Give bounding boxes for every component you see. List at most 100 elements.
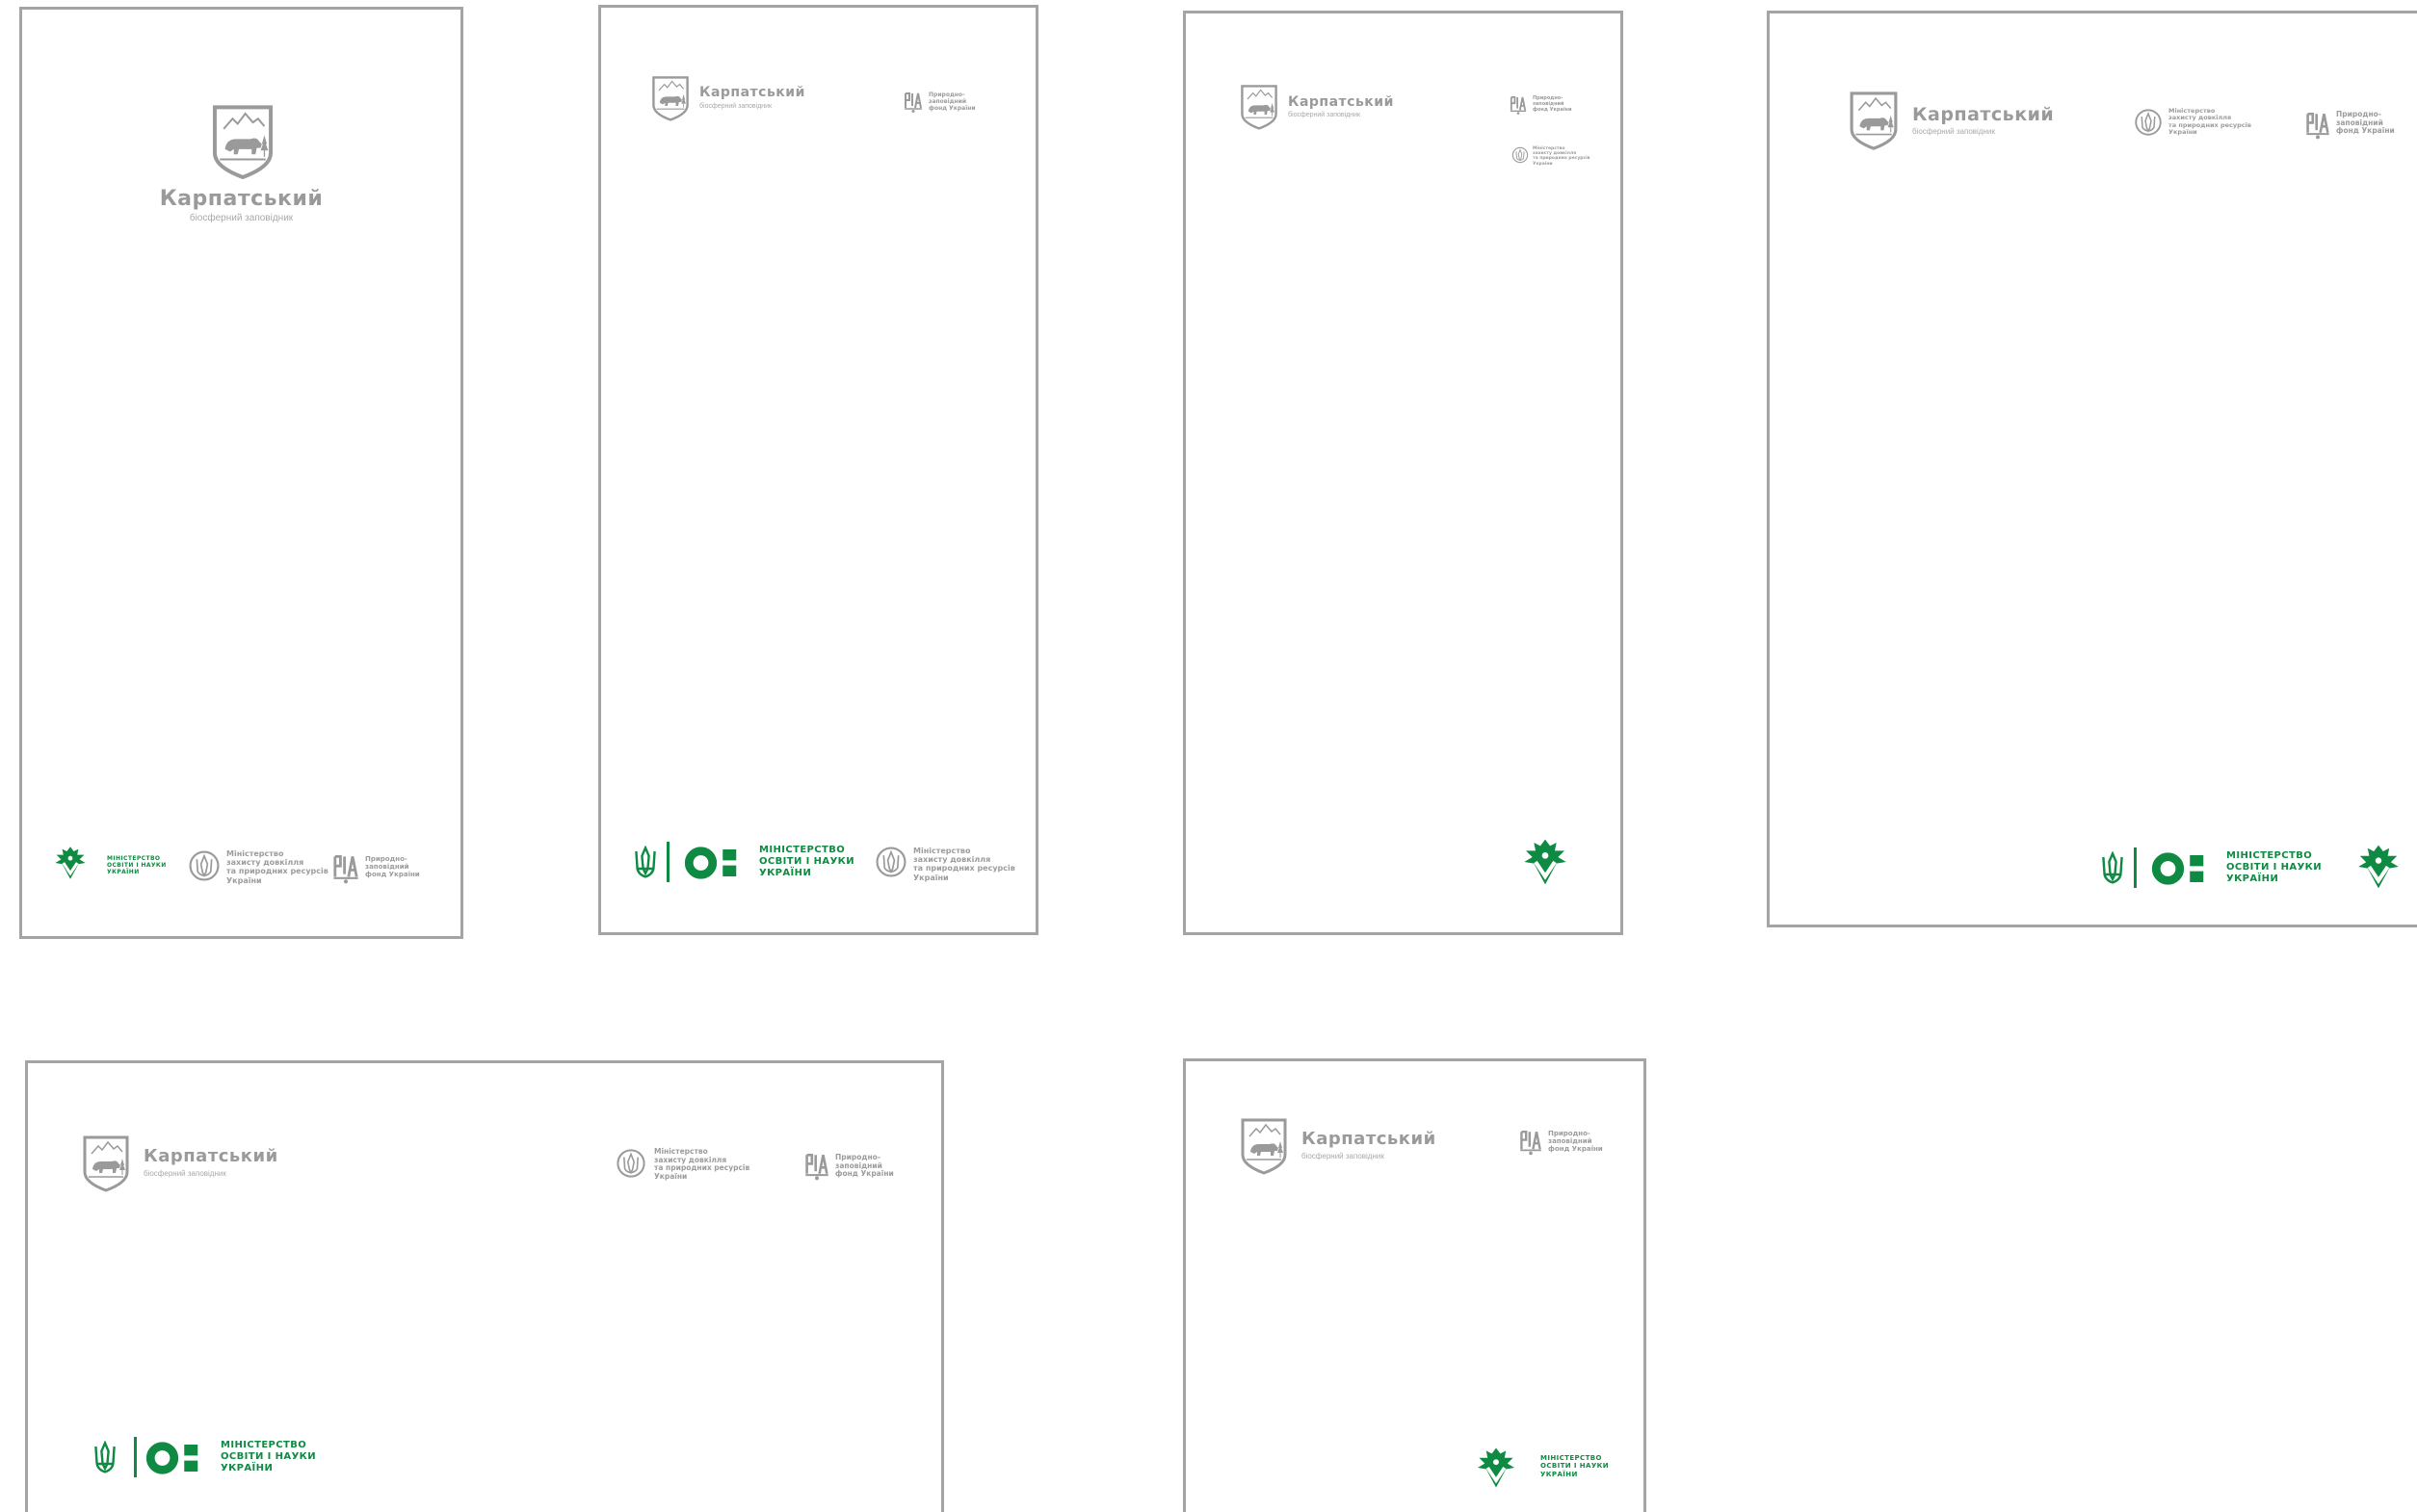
- mes-line-1: МІНІСТЕРСТВО: [2226, 850, 2313, 861]
- mes-o-mark-icon: [2151, 851, 2219, 886]
- letterhead-sheet-6: Карпатський біосферний заповідник Природ…: [1183, 1058, 1646, 1512]
- mes-line-3: УКРАЇНИ: [107, 869, 140, 876]
- reserve-name: Карпатський: [1288, 94, 1394, 110]
- mes-name-small: МІНІСТЕРСТВО ОСВІТИ І НАУКИ УКРАЇНИ: [1540, 1454, 1609, 1478]
- grape-leaf-icon: [2355, 840, 2402, 894]
- mepr-line-1: Міністерство: [226, 849, 284, 858]
- pzf-line-1: Природно-: [1548, 1130, 1590, 1137]
- logo-divider: [667, 842, 670, 882]
- mepr-name: Міністерство захисту довкілля та природн…: [913, 847, 1015, 882]
- mes-o-mark-icon: [684, 846, 751, 880]
- trident-icon: [634, 846, 657, 880]
- mepr-line-4: України: [2168, 128, 2197, 137]
- mepr-line-2: захисту довкілля: [913, 855, 991, 865]
- trident-icon: [2101, 851, 2124, 886]
- mepr-name: Міністерство захисту довкілля та природн…: [226, 849, 328, 885]
- mes-line-1: МІНІСТЕРСТВО: [759, 845, 846, 855]
- mepr-seal-icon: [2134, 108, 2163, 137]
- reserve-subtitle: біосферний заповідник: [699, 103, 773, 110]
- pzf-mark-icon: [904, 91, 923, 114]
- pzf-mark-icon: [804, 1152, 829, 1181]
- pzf-name: Природно- заповідний фонд України: [2336, 110, 2395, 136]
- mes-line-1: МІНІСТЕРСТВО: [1540, 1454, 1602, 1462]
- mes-line-3: УКРАЇНИ: [2226, 873, 2279, 884]
- logo-divider: [134, 1437, 137, 1477]
- pzf-line-2: заповідний: [365, 863, 409, 872]
- pzf-line-3: фонд України: [835, 1169, 894, 1179]
- reserve-subtitle: біосферний заповідник: [1301, 1152, 1384, 1160]
- mes-line-3: УКРАЇНИ: [1540, 1470, 1578, 1478]
- mes-line-2: ОСВІТИ І НАУКИ: [107, 862, 167, 870]
- letterhead-sheet-1: Карпатський біосферний заповідник МІНІСТ…: [19, 7, 463, 939]
- reserve-subtitle: біосферний заповідник: [1912, 127, 1995, 136]
- pzf-name: Природно- заповідний фонд України: [365, 855, 420, 878]
- pzf-name: Природно- заповідний фонд України: [835, 1153, 894, 1179]
- pzf-mark-icon: [1510, 94, 1527, 116]
- reserve-emblem-icon: [651, 74, 690, 122]
- reserve-subtitle: біосферний заповідник: [1288, 112, 1361, 118]
- reserve-subtitle: біосферний заповідник: [144, 1169, 226, 1178]
- mes-line-2: ОСВІТИ І НАУКИ: [1540, 1462, 1609, 1471]
- trident-icon: [93, 1441, 117, 1475]
- mepr-line-4: України: [1533, 161, 1553, 167]
- reserve-emblem-icon: [82, 1133, 130, 1194]
- mepr-line-4: України: [226, 875, 262, 885]
- grape-leaf-icon: [1521, 834, 1569, 890]
- mepr-line-4: України: [913, 873, 949, 882]
- pzf-name: Природно- заповідний фонд України: [1548, 1130, 1603, 1153]
- reserve-emblem-icon: [211, 102, 275, 181]
- pzf-name: Природно- заповідний фонд України: [1533, 95, 1572, 113]
- mes-name: МІНІСТЕРСТВО ОСВІТИ І НАУКИ УКРАЇНИ: [2226, 850, 2322, 884]
- pzf-name: Природно- заповідний фонд України: [929, 91, 976, 113]
- reserve-subtitle: біосферний заповідник: [189, 213, 294, 223]
- mes-line-3: УКРАЇНИ: [759, 867, 812, 878]
- mepr-seal-icon: [1511, 146, 1529, 164]
- mes-line-2: ОСВІТИ І НАУКИ: [2226, 861, 2323, 873]
- reserve-emblem-icon: [1849, 89, 1899, 152]
- mepr-name: Міністерство захисту довкілля та природн…: [1533, 146, 1590, 167]
- reserve-name: Карпатський: [144, 1146, 278, 1166]
- pzf-mark-icon: [1519, 1129, 1542, 1156]
- mepr-line-3: та природних ресурсів: [913, 864, 1015, 873]
- reserve-emblem-icon: [1240, 1115, 1288, 1177]
- reserve-name: Карпатський: [159, 187, 324, 211]
- mes-name: МІНІСТЕРСТВО ОСВІТИ І НАУКИ УКРАЇНИ: [221, 1440, 316, 1473]
- pzf-line-2: заповідний: [1548, 1137, 1592, 1146]
- mepr-line-1: Міністерство: [913, 847, 971, 855]
- reserve-name: Карпатський: [1912, 104, 2055, 125]
- mes-line-2: ОСВІТИ І НАУКИ: [221, 1450, 317, 1462]
- letterhead-sheet-3: Карпатський біосферний заповідник Природ…: [1183, 11, 1623, 935]
- mepr-seal-icon: [875, 846, 907, 878]
- pzf-line-3: фонд України: [1548, 1145, 1603, 1154]
- reserve-name: Карпатський: [699, 85, 805, 100]
- mepr-name: Міністерство захисту довкілля та природн…: [2168, 107, 2251, 137]
- mepr-seal-icon: [188, 849, 221, 882]
- mepr-name: Міністерство захисту довкілля та природн…: [654, 1147, 749, 1182]
- mes-line-1: МІНІСТЕРСТВО: [221, 1440, 307, 1450]
- mepr-line-3: та природних ресурсів: [226, 867, 328, 876]
- logo-divider: [2134, 847, 2137, 888]
- mes-line-1: МІНІСТЕРСТВО: [107, 855, 161, 862]
- pzf-mark-icon: [2305, 110, 2330, 141]
- mepr-line-3: та природних ресурсів: [1533, 156, 1590, 162]
- pzf-mark-icon: [332, 853, 359, 884]
- mes-name: МІНІСТЕРСТВО ОСВІТИ І НАУКИ УКРАЇНИ: [759, 845, 854, 878]
- mepr-seal-icon: [616, 1148, 646, 1179]
- pzf-line-3: фонд України: [365, 871, 420, 879]
- pzf-line-1: Природно-: [365, 855, 407, 863]
- pzf-line-3: фонд України: [929, 104, 976, 112]
- mes-name-small: МІНІСТЕРСТВО ОСВІТИ І НАУКИ УКРАЇНИ: [107, 855, 167, 875]
- pzf-line-3: фонд України: [1533, 106, 1572, 113]
- mes-line-2: ОСВІТИ І НАУКИ: [759, 855, 855, 867]
- pzf-line-3: фонд України: [2336, 126, 2395, 136]
- mepr-line-4: України: [654, 1171, 688, 1181]
- reserve-name: Карпатський: [1301, 1129, 1436, 1149]
- letterhead-sheet-5: Карпатський біосферний заповідник Мініст…: [25, 1060, 944, 1512]
- letterhead-sheet-2: Карпатський біосферний заповідник Природ…: [598, 5, 1038, 935]
- grape-leaf-icon: [1475, 1443, 1517, 1493]
- mepr-line-2: захисту довкілля: [226, 858, 304, 868]
- mes-o-mark-icon: [145, 1441, 213, 1475]
- grape-leaf-icon: [53, 843, 88, 883]
- mes-line-3: УКРАЇНИ: [221, 1462, 274, 1473]
- reserve-emblem-icon: [1240, 83, 1278, 131]
